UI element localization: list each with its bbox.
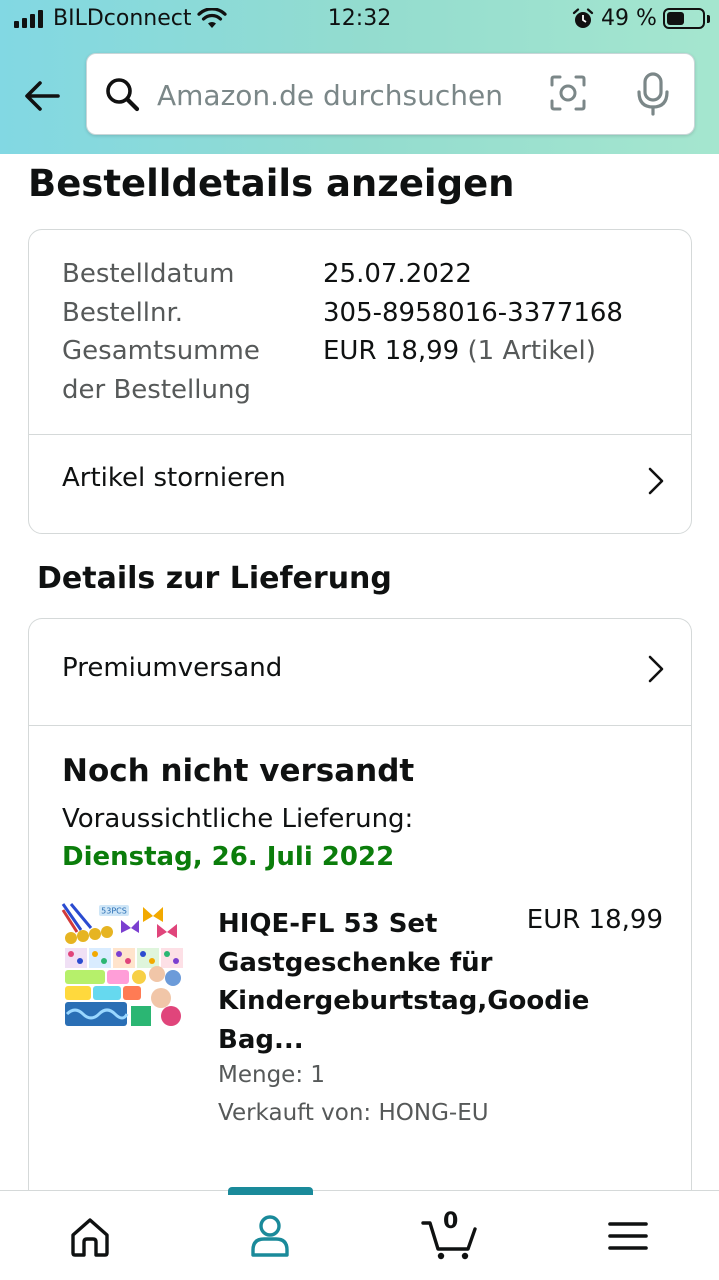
product-quantity: Menge: 1 [218,1062,326,1088]
order-number-label: Bestellnr. [62,297,184,328]
active-tab-indicator [228,1187,313,1195]
cancel-items-link[interactable]: Artikel stornieren [29,435,691,531]
microphone-icon[interactable] [635,72,671,116]
back-arrow-icon[interactable] [20,74,64,118]
product-image[interactable]: 53PCS [61,902,187,1030]
order-total-label-line1: Gesamtsumme [62,336,260,366]
order-total-label-line2: der Bestellung [62,374,251,405]
delivery-section-title: Details zur Lieferung [37,561,392,596]
delivery-eta-label: Voraussichtliche Lieferung: [62,804,414,834]
shipping-method-link[interactable]: Premiumversand [29,619,691,725]
bottom-navigation: 0 [0,1187,719,1280]
cart-count: 0 [443,1209,459,1234]
product-title[interactable]: HIQE-FL 53 Set Gastgeschenke für Kinderg… [218,905,589,1059]
search-bar[interactable] [86,53,695,135]
shipping-method-label: Premiumversand [62,653,283,683]
page-title: Bestelldetails anzeigen [28,162,515,205]
battery-fill [667,12,684,25]
divider [29,725,691,726]
battery-tip [707,15,710,23]
account-icon[interactable] [240,1211,300,1261]
order-total-value-wrap: EUR 18,99 (1 Artikel) [323,332,596,371]
battery-percent: 49 % [601,6,657,31]
menu-icon[interactable] [598,1211,658,1261]
order-total-value: EUR 18,99 [323,336,460,366]
product-price: EUR 18,99 [526,905,663,935]
home-icon[interactable] [60,1211,120,1261]
order-total-items: (1 Artikel) [467,336,596,366]
delivery-eta-date: Dienstag, 26. Juli 2022 [62,842,395,872]
delivery-card: Premiumversand Noch nicht versandt Vorau… [28,618,692,1194]
product-thumb-badge: 53PCS [101,907,127,916]
search-icon [106,78,140,112]
order-date-value: 25.07.2022 [323,259,472,289]
camera-scan-icon[interactable] [549,74,587,112]
search-input[interactable] [157,72,527,118]
product-seller: Verkauft von: HONG-EU [218,1100,489,1126]
cancel-items-label: Artikel stornieren [62,463,286,493]
chevron-right-icon [648,467,664,495]
order-number-value: 305-8958016-3377168 [323,297,623,328]
shipment-status: Noch nicht versandt [62,753,415,789]
status-bar: BILDconnect 12:32 49 % [0,0,719,40]
order-date-label: Bestelldatum [62,259,235,289]
order-summary-card: Bestelldatum 25.07.2022 Bestellnr. 305-8… [28,229,692,534]
cart-button[interactable]: 0 [420,1209,480,1261]
battery-icon [663,8,705,29]
alarm-icon [572,8,594,28]
chevron-right-icon [648,655,664,683]
app-header: BILDconnect 12:32 49 % [0,0,719,154]
